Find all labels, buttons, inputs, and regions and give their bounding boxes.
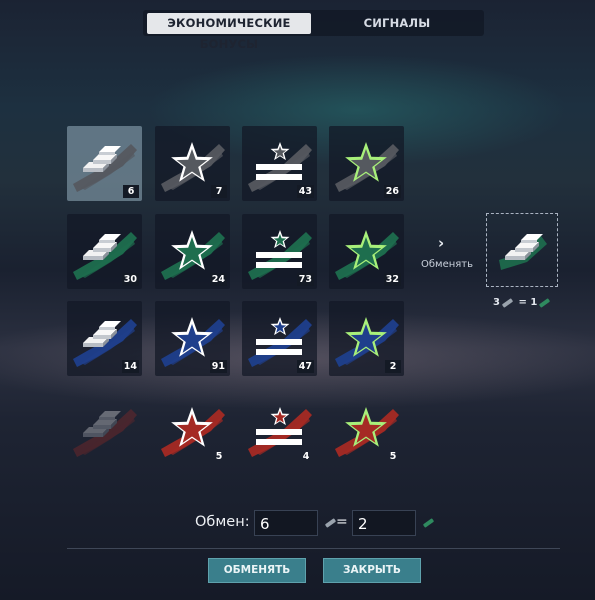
bonus-cell-grey-1[interactable]: 6: [67, 126, 142, 201]
divider: [67, 548, 560, 549]
bonus-count: 5: [389, 451, 397, 462]
bonus-count: 43: [296, 185, 314, 198]
tab-signals[interactable]: СИГНАЛЫ: [313, 13, 481, 34]
bonus-count: 30: [121, 273, 139, 286]
bonus-cell-grey-2[interactable]: 7: [155, 126, 230, 201]
bonus-cell-blue-2[interactable]: 91: [155, 301, 230, 376]
exchange-form-label: Обмен:: [195, 514, 250, 530]
bonus-cell-grey-4[interactable]: 26: [329, 126, 404, 201]
bonus-count: 73: [296, 273, 314, 286]
green-bonus-icon: [539, 297, 551, 308]
bonus-cell-green-1[interactable]: 30: [67, 214, 142, 289]
bonus-count: 7: [211, 185, 227, 198]
grey-bonus-icon: [324, 518, 337, 528]
bonus-cell-green-4[interactable]: 32: [329, 214, 404, 289]
bonus-count: 6: [123, 185, 139, 198]
close-button[interactable]: ЗАКРЫТЬ: [323, 558, 421, 583]
bonus-cell-grey-3[interactable]: 43: [242, 126, 317, 201]
bonus-count: 5: [215, 451, 223, 462]
grey-bonus-icon: [501, 297, 514, 308]
bonus-count: 91: [209, 360, 227, 373]
bonus-count: 2: [385, 360, 401, 373]
exchange-to-input[interactable]: 2: [352, 510, 416, 536]
bonus-cell-green-2[interactable]: 24: [155, 214, 230, 289]
rate-to: 1: [530, 297, 538, 308]
chevron-right-icon: ›: [438, 234, 445, 252]
exchange-from-input[interactable]: 6: [254, 510, 318, 536]
exchange-result-slot[interactable]: [486, 213, 558, 287]
bonus-count: 32: [383, 273, 401, 286]
bonus-cell-red-4[interactable]: 5: [329, 391, 404, 466]
exchange-rate: 3 = 1: [493, 297, 552, 309]
tab-bar: ЭКОНОМИЧЕСКИЕ БОНУСЫ СИГНАЛЫ: [143, 10, 484, 51]
bonus-cell-blue-1[interactable]: 14: [67, 301, 142, 376]
bonus-cell-red-2[interactable]: 5: [155, 391, 230, 466]
silver-bars-icon: [73, 409, 137, 457]
bonus-cell-red-3[interactable]: 4: [242, 391, 317, 466]
bonus-cell-blue-3[interactable]: 47: [242, 301, 317, 376]
bonus-count: 47: [296, 360, 314, 373]
tab-economic-bonuses[interactable]: ЭКОНОМИЧЕСКИЕ БОНУСЫ: [147, 13, 311, 51]
exchange-equals: =: [336, 514, 348, 530]
rate-equals: =: [518, 297, 527, 308]
bonus-count: 14: [121, 360, 139, 373]
bonus-count: 26: [383, 185, 401, 198]
exchange-button[interactable]: ОБМЕНЯТЬ: [208, 558, 306, 583]
bonus-cell-blue-4[interactable]: 2: [329, 301, 404, 376]
bonus-count: 24: [209, 273, 227, 286]
bonus-cell-red-1[interactable]: [67, 391, 142, 466]
green-bonus-icon: [422, 518, 435, 528]
silver-bars-icon: [499, 234, 547, 270]
rate-from: 3: [493, 297, 500, 308]
bonus-count: 4: [302, 451, 310, 462]
bonus-cell-green-3[interactable]: 73: [242, 214, 317, 289]
exchange-hint-label: Обменять: [421, 259, 474, 270]
